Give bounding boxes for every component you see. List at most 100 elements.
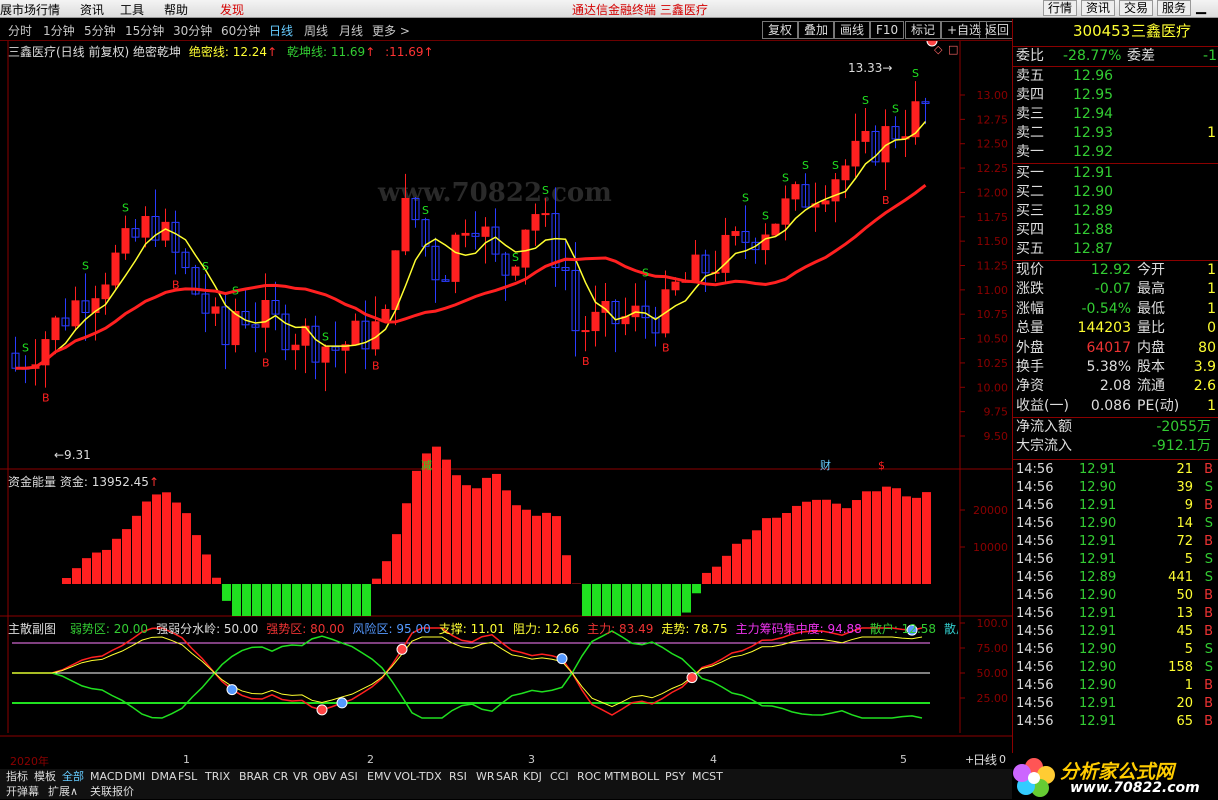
sell-signal: S [892, 102, 899, 115]
indicator-tab-mtm[interactable]: MTM [604, 769, 630, 784]
indicator-tab-cci[interactable]: CCI [550, 769, 569, 784]
period-tab-month[interactable]: 月线 [339, 22, 363, 39]
extra-tab[interactable]: 开弹幕 [6, 784, 39, 799]
indicator-tab-rsi[interactable]: RSI [449, 769, 467, 784]
top-btn-service[interactable]: 服务 [1157, 0, 1192, 16]
indicator-tab-macd[interactable]: MACD [90, 769, 123, 784]
indicator-tab-mcst[interactable]: MCST [692, 769, 723, 784]
menu-tools[interactable]: 工具 [120, 1, 144, 18]
tick-row[interactable]: 14:56 12.91 65 B [1013, 713, 1218, 731]
btn-f10[interactable]: F10 [870, 21, 905, 39]
indicator-tab-roc[interactable]: ROC [577, 769, 601, 784]
tick-row[interactable]: 14:56 12.91 5 S [1013, 551, 1218, 569]
buy-level-label: 买五 [1016, 241, 1044, 257]
indicator-tab-kdj[interactable]: KDJ [523, 769, 542, 784]
signal-ball [336, 697, 348, 709]
tick-price: 12.90 [1079, 588, 1117, 603]
btn-restore-rights[interactable]: 复权 [762, 21, 799, 39]
indicator-tab-dma[interactable]: DMA [151, 769, 177, 784]
indicator-tab-指标[interactable]: 指标 [6, 769, 28, 784]
tick-row[interactable]: 14:56 12.91 72 B [1013, 533, 1218, 551]
price-tick-label: 10.75 [977, 308, 1009, 321]
tick-row[interactable]: 14:56 12.90 39 S [1013, 479, 1218, 497]
period-tab-60min[interactable]: 60分钟 [221, 22, 260, 39]
indicator-tab-boll[interactable]: BOLL [631, 769, 659, 784]
flow-value: -2055万 [1156, 419, 1211, 435]
extra-tab[interactable]: 关联报价 [90, 784, 134, 799]
indicator-tab-emv[interactable]: EMV [367, 769, 391, 784]
indicator-tab-vol-tdx[interactable]: VOL-TDX [394, 769, 442, 784]
indicator-tab-sar[interactable]: SAR [496, 769, 518, 784]
period-tab-day[interactable]: 日线 [269, 22, 293, 39]
tick-row[interactable]: 14:56 12.91 20 B [1013, 695, 1218, 713]
scroll-icon[interactable]: 0 [999, 753, 1006, 766]
indicator-tab-vr[interactable]: VR [293, 769, 308, 784]
menu-discover[interactable]: 发现 [220, 1, 244, 18]
indicator-tab-全部[interactable]: 全部 [62, 769, 84, 784]
tick-row[interactable]: 14:56 12.91 21 B [1013, 461, 1218, 479]
jm-line-label: 绝密线: [188, 45, 229, 59]
period-tab-more[interactable]: 更多 > [372, 22, 410, 39]
btn-overlay[interactable]: 叠加 [798, 21, 835, 39]
period-tab-1min[interactable]: 1分钟 [43, 22, 75, 39]
indicator-tab-brar[interactable]: BRAR [239, 769, 269, 784]
candle-body [851, 140, 860, 167]
indicator-tab-wr[interactable]: WR [476, 769, 495, 784]
indicator-tab-asi[interactable]: ASI [340, 769, 358, 784]
btn-back[interactable]: 返回 [979, 21, 1016, 39]
indicator-tab-psy[interactable]: PSY [665, 769, 685, 784]
square-icon[interactable]: □ [948, 43, 958, 56]
fund-bar-positive [462, 485, 471, 584]
tick-row[interactable]: 14:56 12.90 50 B [1013, 587, 1218, 605]
menu-market[interactable]: 展市场行情 [0, 1, 60, 18]
indicator-tab-obv[interactable]: OBV [313, 769, 336, 784]
zoom-out-icon[interactable]: - [983, 753, 987, 766]
tick-time: 14:56 [1016, 678, 1054, 693]
candle-body [771, 223, 780, 236]
top-btn-trade[interactable]: 交易 [1119, 0, 1154, 16]
top-btn-info[interactable]: 资讯 [1081, 0, 1116, 16]
tick-price: 12.90 [1079, 516, 1117, 531]
tick-row[interactable]: 14:56 12.89 441 S [1013, 569, 1218, 587]
tick-volume: 1 [1184, 678, 1193, 693]
tick-list[interactable]: 14:56 12.91 21 B 14:56 12.90 39 S 14:56 12.91 9 B 14… [1013, 461, 1218, 736]
indicator-tab-模板[interactable]: 模板 [34, 769, 56, 784]
tick-row[interactable]: 14:56 12.91 9 B [1013, 497, 1218, 515]
period-tab-30min[interactable]: 30分钟 [173, 22, 212, 39]
menu-info[interactable]: 资讯 [80, 1, 104, 18]
tick-price: 12.89 [1079, 570, 1117, 585]
quote-row: 总量 144203 量比 0 [1013, 319, 1218, 338]
tick-row[interactable]: 14:56 12.91 45 B [1013, 623, 1218, 641]
btn-mark[interactable]: 标记 [905, 21, 942, 39]
tick-row[interactable]: 14:56 12.90 1 B [1013, 677, 1218, 695]
indicator-tab-cr[interactable]: CR [273, 769, 288, 784]
diamond-icon[interactable]: ◇ [934, 43, 942, 56]
candle-body [671, 281, 680, 291]
tick-time: 14:56 [1016, 696, 1054, 711]
indicator-tab-dmi[interactable]: DMI [124, 769, 145, 784]
period-tab-15min[interactable]: 15分钟 [125, 22, 164, 39]
buy-signal: B [372, 360, 380, 373]
period-tab-5min[interactable]: 5分钟 [84, 22, 116, 39]
minimize-icon[interactable]: ▁ [1196, 0, 1206, 15]
indicator-tab-fsl[interactable]: FSL [178, 769, 197, 784]
zoom-in-icon[interactable]: + [965, 753, 974, 766]
period-tab-week[interactable]: 周线 [304, 22, 328, 39]
extra-tab[interactable]: 扩展∧ [48, 784, 78, 799]
candle-body [521, 229, 530, 268]
menu-help[interactable]: 帮助 [164, 1, 188, 18]
quote-value: 0 [1207, 320, 1216, 337]
fund-bar-positive [782, 513, 791, 584]
candlestick-chart[interactable]: www.70822.com 13.0012.7512.5012.2512.001… [0, 41, 1012, 753]
fund-bar-negative [652, 584, 661, 616]
top-btn-quote[interactable]: 行情 [1043, 0, 1078, 16]
sell-level-label: 卖五 [1016, 68, 1044, 84]
tick-row[interactable]: 14:56 12.90 158 S [1013, 659, 1218, 677]
period-tab-fenshi[interactable]: 分时 [8, 22, 32, 39]
indicator-tab-trix[interactable]: TRIX [205, 769, 230, 784]
tick-row[interactable]: 14:56 12.91 13 B [1013, 605, 1218, 623]
tick-row[interactable]: 14:56 12.90 14 S [1013, 515, 1218, 533]
tick-row[interactable]: 14:56 12.90 5 S [1013, 641, 1218, 659]
btn-draw-line[interactable]: 画线 [834, 21, 871, 39]
chart-area[interactable]: www.70822.com 13.00 12.75 12.50 12.25 12.00 1… [0, 41, 1012, 753]
